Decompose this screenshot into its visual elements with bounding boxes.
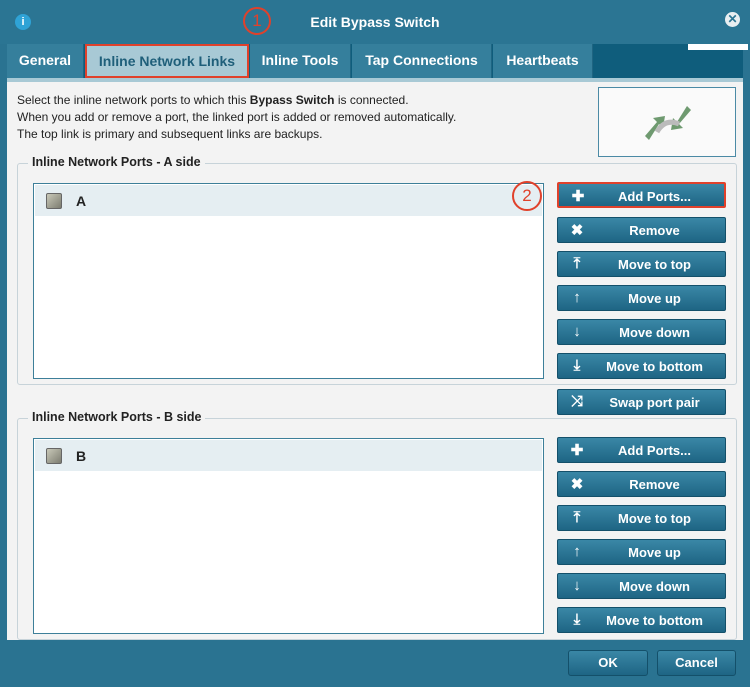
button-label: Move down	[619, 325, 690, 340]
arrow-to-bottom-icon: ⤓	[573, 357, 581, 374]
bypass-arrows-icon	[645, 106, 691, 140]
button-label: Move to top	[618, 511, 691, 526]
bypass-switch-image	[598, 87, 736, 157]
port-icon	[46, 193, 62, 209]
description: Select the inline network ports to which…	[17, 92, 456, 143]
annotation-marker-2: 2	[512, 181, 542, 211]
list-item[interactable]: B	[35, 440, 542, 471]
arrow-to-top-icon: ⤒	[573, 255, 581, 272]
button-label: Add Ports...	[618, 443, 691, 458]
button-label: Remove	[629, 223, 680, 238]
shuffle-icon: ⤨	[570, 393, 583, 410]
tab-tap-connections[interactable]: Tap Connections	[352, 44, 492, 78]
dialog-title: Edit Bypass Switch	[310, 14, 440, 30]
move-up-button-a[interactable]: ↑ Move up	[557, 285, 726, 311]
desc-line-2: When you add or remove a port, the linke…	[17, 110, 457, 124]
arrow-down-icon: ↓	[573, 577, 581, 594]
arrow-up-icon: ↑	[573, 543, 581, 560]
tab-heartbeats[interactable]: Heartbeats	[493, 44, 593, 78]
divider	[688, 44, 748, 50]
side-b-port-list[interactable]: B	[33, 438, 544, 634]
side-a-port-list[interactable]: A	[33, 183, 544, 379]
move-to-bottom-button-b[interactable]: ⤓ Move to bottom	[557, 607, 726, 633]
plus-icon: ✚	[571, 188, 585, 205]
button-label: Move down	[619, 579, 690, 594]
tab-inline-tools[interactable]: Inline Tools	[250, 44, 351, 78]
button-label: Move to top	[618, 257, 691, 272]
tab-inline-network-links[interactable]: Inline Network Links	[85, 44, 249, 78]
x-icon: ✖	[570, 222, 584, 239]
arrow-to-top-icon: ⤒	[573, 509, 581, 526]
move-to-bottom-button-a[interactable]: ⤓ Move to bottom	[557, 353, 726, 379]
move-down-button-a[interactable]: ↓ Move down	[557, 319, 726, 345]
list-item[interactable]: A	[35, 185, 542, 216]
button-label: Move to bottom	[606, 359, 703, 374]
swap-port-pair-button[interactable]: ⤨ Swap port pair	[557, 389, 726, 415]
button-label: Swap port pair	[609, 395, 700, 410]
port-icon	[46, 448, 62, 464]
x-icon: ✖	[570, 476, 584, 493]
desc-line-3: The top link is primary and subsequent l…	[17, 127, 323, 141]
move-up-button-b[interactable]: ↑ Move up	[557, 539, 726, 565]
cancel-button[interactable]: Cancel	[657, 650, 736, 676]
move-down-button-b[interactable]: ↓ Move down	[557, 573, 726, 599]
plus-icon: ✚	[570, 442, 584, 459]
remove-button-b[interactable]: ✖ Remove	[557, 471, 726, 497]
tab-general[interactable]: General	[7, 44, 84, 78]
button-label: Move to bottom	[606, 613, 703, 628]
close-icon[interactable]: ✕	[725, 12, 740, 27]
button-label: Remove	[629, 477, 680, 492]
ok-button[interactable]: OK	[568, 650, 648, 676]
arrow-up-icon: ↑	[573, 289, 581, 306]
desc-text: Select the inline network ports to which…	[17, 93, 250, 107]
move-to-top-button-a[interactable]: ⤒ Move to top	[557, 251, 726, 277]
button-label: Move up	[628, 291, 681, 306]
arrow-to-bottom-icon: ⤓	[573, 611, 581, 628]
remove-button-a[interactable]: ✖ Remove	[557, 217, 726, 243]
side-b-legend: Inline Network Ports - B side	[28, 410, 206, 424]
annotation-marker-1: 1	[243, 7, 271, 35]
button-label: Move up	[628, 545, 681, 560]
add-ports-button-b[interactable]: ✚ Add Ports...	[557, 437, 726, 463]
tab-bar: General Inline Network Links Inline Tool…	[7, 44, 743, 78]
arrow-down-icon: ↓	[573, 323, 581, 340]
port-label: B	[76, 448, 87, 464]
side-a-legend: Inline Network Ports - A side	[28, 155, 205, 169]
desc-text: is connected.	[334, 93, 409, 107]
move-to-top-button-b[interactable]: ⤒ Move to top	[557, 505, 726, 531]
desc-bold: Bypass Switch	[249, 93, 335, 107]
port-label: A	[76, 193, 87, 209]
button-label: Add Ports...	[618, 189, 691, 204]
add-ports-button-a[interactable]: ✚ Add Ports...	[557, 182, 726, 208]
